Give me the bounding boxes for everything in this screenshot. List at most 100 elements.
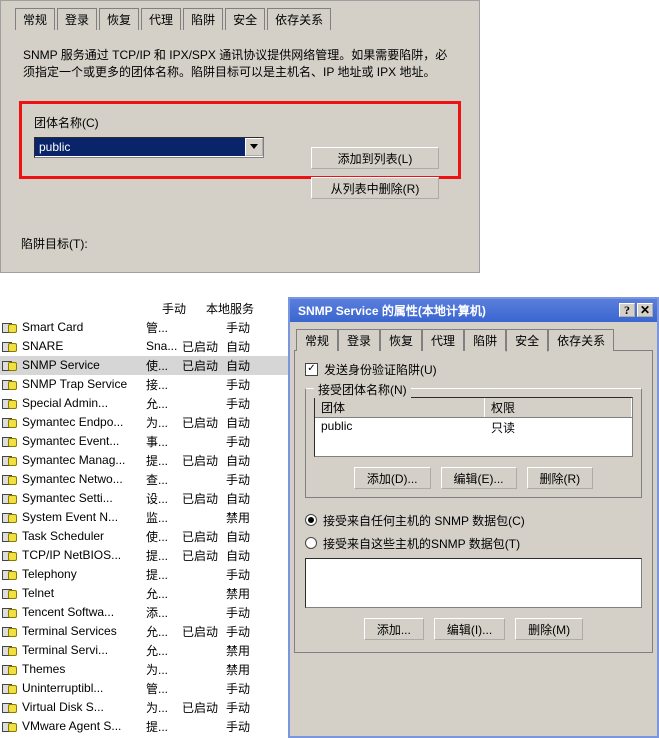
delete-community-button[interactable]: 删除(R) bbox=[527, 467, 594, 489]
remove-from-list-button[interactable]: 从列表中删除(R) bbox=[311, 177, 439, 199]
tab-traps[interactable]: 陷阱 bbox=[183, 8, 223, 30]
service-startup: 手动 bbox=[226, 319, 276, 336]
edit-host-button[interactable]: 编辑(I)... bbox=[434, 618, 505, 640]
service-startup: 手动 bbox=[226, 471, 276, 488]
services-list[interactable]: 手动本地服务Smart Card管...手动SNARESna...已启动自动SN… bbox=[0, 297, 288, 738]
service-startup: 手动 bbox=[226, 604, 276, 621]
service-desc: 使... bbox=[146, 528, 182, 545]
service-row[interactable]: TCP/IP NetBIOS...提...已启动自动 bbox=[0, 546, 288, 565]
service-row[interactable]: SNARESna...已启动自动 bbox=[0, 337, 288, 356]
service-startup: 手动 bbox=[226, 623, 276, 640]
chevron-down-icon[interactable] bbox=[245, 138, 263, 156]
service-desc: 提... bbox=[146, 452, 182, 469]
service-row[interactable]: Uninterruptibl...管...手动 bbox=[0, 679, 288, 698]
service-icon bbox=[2, 719, 18, 733]
tab-strip: 常规 登录 恢复 代理 陷阱 安全 依存关系 bbox=[11, 7, 469, 29]
service-desc: 使... bbox=[146, 357, 182, 374]
send-auth-trap-label: 发送身份验证陷阱(U) bbox=[324, 361, 437, 378]
service-name: Virtual Disk S... bbox=[22, 700, 146, 714]
service-name: System Event N... bbox=[22, 510, 146, 524]
service-name: Telnet bbox=[22, 586, 146, 600]
dlg-tab-security[interactable]: 安全 bbox=[506, 329, 548, 352]
service-status: 已启动 bbox=[182, 528, 226, 545]
accept-any-host-radio[interactable] bbox=[305, 514, 317, 526]
service-status: 已启动 bbox=[182, 547, 226, 564]
dlg-tab-recovery[interactable]: 恢复 bbox=[380, 329, 422, 351]
service-name: Terminal Servi... bbox=[22, 643, 146, 657]
accept-these-hosts-radio[interactable] bbox=[305, 537, 317, 549]
service-row[interactable]: Symantec Event...事...手动 bbox=[0, 432, 288, 451]
add-community-button[interactable]: 添加(D)... bbox=[354, 467, 431, 489]
tab-security[interactable]: 安全 bbox=[225, 8, 265, 30]
service-row[interactable]: SNMP Trap Service接...手动 bbox=[0, 375, 288, 394]
dlg-tab-agent[interactable]: 代理 bbox=[422, 329, 464, 351]
tab-dependencies[interactable]: 依存关系 bbox=[267, 8, 331, 30]
service-row[interactable]: Terminal Services允...已启动手动 bbox=[0, 622, 288, 641]
tab-recovery[interactable]: 恢复 bbox=[99, 8, 139, 30]
service-name: SNMP Service bbox=[22, 358, 146, 372]
service-row[interactable]: Telnet允...禁用 bbox=[0, 584, 288, 603]
service-row[interactable]: Terminal Servi...允...禁用 bbox=[0, 641, 288, 660]
tab-logon[interactable]: 登录 bbox=[57, 8, 97, 30]
dlg-tab-dependencies[interactable]: 依存关系 bbox=[548, 329, 614, 351]
service-row[interactable]: Themes为...禁用 bbox=[0, 660, 288, 679]
service-row[interactable]: System Event N...监...禁用 bbox=[0, 508, 288, 527]
tab-general[interactable]: 常规 bbox=[15, 8, 55, 30]
send-auth-trap-checkbox[interactable] bbox=[305, 363, 318, 376]
service-name: Symantec Manag... bbox=[22, 453, 146, 467]
community-name-combo[interactable] bbox=[34, 137, 264, 158]
hosts-listbox[interactable] bbox=[305, 558, 642, 608]
service-row[interactable]: Symantec Manag...提...已启动自动 bbox=[0, 451, 288, 470]
service-name: VMware Agent S... bbox=[22, 719, 146, 733]
edit-community-button[interactable]: 编辑(E)... bbox=[441, 467, 517, 489]
service-row[interactable]: Telephony提...手动 bbox=[0, 565, 288, 584]
service-startup: 自动 bbox=[226, 490, 276, 507]
service-row[interactable]: Task Scheduler使...已启动自动 bbox=[0, 527, 288, 546]
service-row[interactable]: Smart Card管...手动 bbox=[0, 318, 288, 337]
dlg-tab-traps[interactable]: 陷阱 bbox=[464, 329, 506, 351]
service-icon bbox=[2, 510, 18, 524]
community-row[interactable]: public 只读 bbox=[315, 418, 632, 437]
help-button[interactable]: ? bbox=[619, 303, 635, 317]
service-icon bbox=[2, 320, 18, 334]
dlg-tab-logon[interactable]: 登录 bbox=[338, 329, 380, 351]
service-name: SNMP Trap Service bbox=[22, 377, 146, 391]
service-startup: 手动 bbox=[226, 395, 276, 412]
service-desc: 允... bbox=[146, 623, 182, 640]
service-row[interactable]: VMware Agent S...提...手动 bbox=[0, 717, 288, 736]
snmp-service-properties-dialog: SNMP Service 的属性(本地计算机) ? ✕ 常规 登录 恢复 代理 … bbox=[288, 297, 659, 738]
service-row[interactable]: Virtual Disk S...为...已启动手动 bbox=[0, 698, 288, 717]
service-name: Themes bbox=[22, 662, 146, 676]
service-status: 已启动 bbox=[182, 338, 226, 355]
service-desc: Sna... bbox=[146, 339, 182, 353]
service-desc: 允... bbox=[146, 395, 182, 412]
service-row[interactable]: Symantec Netwo...查...手动 bbox=[0, 470, 288, 489]
close-button[interactable]: ✕ bbox=[637, 303, 653, 317]
service-icon bbox=[2, 624, 18, 638]
service-row[interactable]: Special Admin...允... 手动 bbox=[0, 394, 288, 413]
community-listbox[interactable]: 团体 权限 public 只读 bbox=[314, 397, 633, 457]
community-name-input[interactable] bbox=[35, 138, 245, 156]
col-logon: 本地服务 bbox=[206, 300, 256, 317]
tab-agent[interactable]: 代理 bbox=[141, 8, 181, 30]
service-row[interactable]: Symantec Setti...设...已启动自动 bbox=[0, 489, 288, 508]
service-desc: 管... bbox=[146, 319, 182, 336]
col-community[interactable]: 团体 bbox=[315, 398, 485, 417]
service-startup: 手动 bbox=[226, 699, 276, 716]
service-desc: 事... bbox=[146, 433, 182, 450]
service-icon bbox=[2, 358, 18, 372]
delete-host-button[interactable]: 删除(M) bbox=[515, 618, 583, 640]
service-name: Special Admin... bbox=[22, 396, 146, 410]
add-host-button[interactable]: 添加... bbox=[364, 618, 424, 640]
service-startup: 自动 bbox=[226, 338, 276, 355]
service-startup: 自动 bbox=[226, 414, 276, 431]
service-row[interactable]: SNMP Service使...已启动自动 bbox=[0, 356, 288, 375]
col-permission[interactable]: 权限 bbox=[485, 398, 632, 417]
service-icon bbox=[2, 529, 18, 543]
service-row[interactable]: Symantec Endpo...为...已启动自动 bbox=[0, 413, 288, 432]
add-to-list-button[interactable]: 添加到列表(L) bbox=[311, 147, 439, 169]
service-row[interactable]: Tencent Softwa...添...手动 bbox=[0, 603, 288, 622]
service-desc: 为... bbox=[146, 699, 182, 716]
dlg-tab-general[interactable]: 常规 bbox=[296, 329, 338, 351]
service-icon bbox=[2, 643, 18, 657]
